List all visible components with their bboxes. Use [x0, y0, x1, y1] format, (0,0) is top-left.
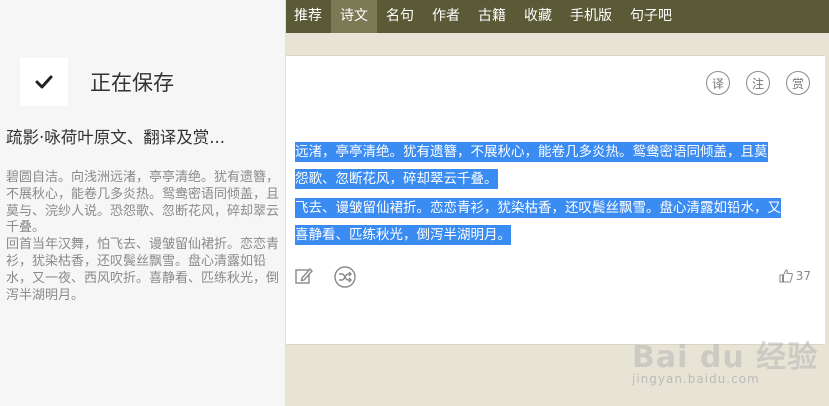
save-paragraph: 回首当年汉舞，怕飞去、谩皱留仙裙折。恋恋青衫，犹染枯香，还叹鬓丝飘雪。盘心清露如…	[6, 237, 280, 303]
poem-line: 喜静看、匹练秋光，倒泻半湖明月。	[295, 225, 511, 245]
nav-item-authors[interactable]: 作者	[423, 0, 469, 33]
nav-item-favorites[interactable]: 收藏	[515, 0, 561, 33]
poem-line: 远渚，亭亭清绝。犹有遗簪，不展秋心，能卷几多炎热。鸳鸯密语同倾盖，且莫	[295, 142, 768, 162]
save-status: 正在保存	[90, 71, 174, 95]
watermark-url: jingyan.baidu.com	[632, 372, 760, 386]
edit-icon[interactable]	[294, 266, 314, 290]
nav-item-mobile[interactable]: 手机版	[561, 0, 621, 33]
shuffle-icon[interactable]	[334, 266, 356, 292]
appreciate-button[interactable]: 赏	[786, 71, 810, 95]
watermark-logo: Bai du 经验	[632, 340, 819, 375]
thumbs-up-icon	[779, 269, 793, 283]
check-icon	[20, 58, 68, 106]
nav-item-recommend[interactable]: 推荐	[285, 0, 331, 33]
poem-card: 译 注 赏 远渚，亭亭清绝。犹有遗簪，不展秋心，能卷几多炎热。鸳鸯密语同倾盖，且…	[285, 55, 825, 345]
save-preview-text: 碧圆自洁。向浅洲远渚，亭亭清绝。犹有遗簪，不展秋心，能卷几多炎热。鸳鸯密语同倾盖…	[6, 170, 280, 304]
like-count: 37	[795, 269, 811, 283]
poem-line: 怨歌、忽断花风，碎却翠云千叠。	[295, 169, 498, 189]
baidu-watermark: Bai du 经验 jingyan.baidu.com	[632, 322, 822, 386]
save-title: 疏影·咏荷叶原文、翻译及赏...	[6, 128, 225, 147]
like-button[interactable]: 37	[779, 269, 811, 283]
nav-item-quotes[interactable]: 名句	[377, 0, 423, 33]
poem-line: 飞去、谩皱留仙裙折。恋恋青衫，犹染枯香，还叹鬓丝飘雪。盘心清露如铅水，又	[295, 198, 781, 218]
nav-item-sentences[interactable]: 句子吧	[621, 0, 681, 33]
save-paragraph: 碧圆自洁。向浅洲远渚，亭亭清绝。犹有遗簪，不展秋心，能卷几多炎热。鸳鸯密语同倾盖…	[6, 170, 280, 236]
translate-button[interactable]: 译	[706, 71, 730, 95]
save-panel: 正在保存 疏影·咏荷叶原文、翻译及赏... 碧圆自洁。向浅洲远渚，亭亭清绝。犹有…	[0, 0, 286, 406]
nav-item-poems[interactable]: 诗文	[331, 0, 377, 33]
annotate-button[interactable]: 注	[746, 71, 770, 95]
nav-item-classics[interactable]: 古籍	[469, 0, 515, 33]
top-navbar: 推荐 诗文 名句 作者 古籍 收藏 手机版 句子吧	[285, 0, 829, 33]
